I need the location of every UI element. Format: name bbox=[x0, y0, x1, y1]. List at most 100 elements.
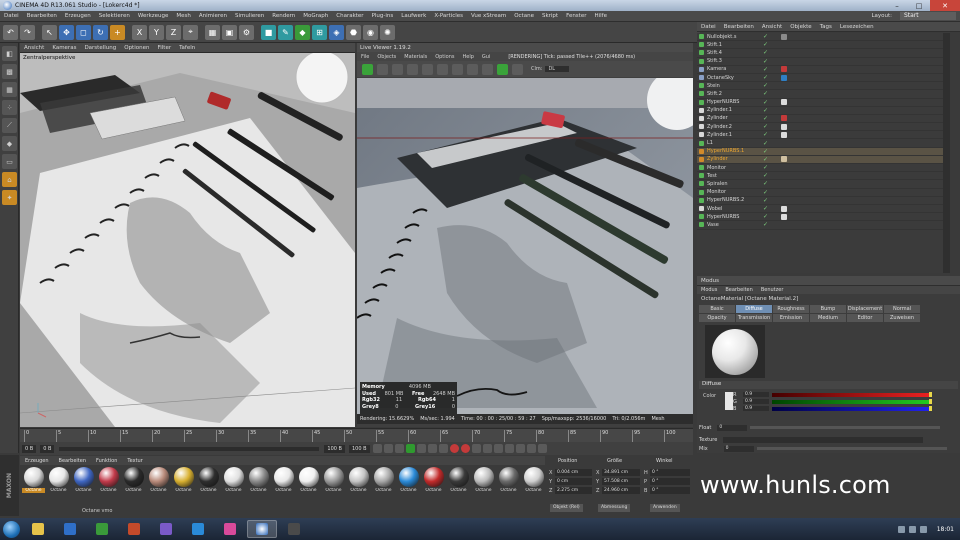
rot-h-field[interactable]: 0 ° bbox=[650, 469, 690, 476]
menu-item[interactable]: Mesh bbox=[176, 13, 190, 19]
rot-b-field[interactable]: 0 ° bbox=[650, 487, 690, 494]
deformer-icon[interactable]: ◈ bbox=[329, 24, 344, 40]
taskbar-browser-icon[interactable] bbox=[119, 520, 149, 538]
texture-slot[interactable] bbox=[723, 436, 924, 443]
render-picture-viewer-icon[interactable]: ▣ bbox=[222, 24, 237, 40]
menu-item[interactable]: Werkzeuge bbox=[138, 13, 169, 19]
object-row[interactable]: Stein ✓ bbox=[697, 82, 950, 91]
pick-material-icon[interactable] bbox=[482, 63, 493, 75]
attribute-tab[interactable]: Basic bbox=[699, 305, 735, 313]
workplane-icon[interactable]: ▭ bbox=[2, 154, 17, 169]
current-frame-field[interactable]: 0 B bbox=[40, 444, 55, 453]
object-row[interactable]: Test ✓ bbox=[697, 172, 950, 181]
visibility-check-icon[interactable]: ✓ bbox=[763, 99, 768, 106]
object-row[interactable]: Zylinder.2 ✓ bbox=[697, 123, 950, 132]
object-tag-icon[interactable] bbox=[781, 205, 787, 212]
material-swatch[interactable]: Octane bbox=[272, 467, 295, 500]
material-swatch[interactable]: Octane bbox=[247, 467, 270, 500]
object-menu-item[interactable]: Ansicht bbox=[762, 24, 782, 30]
rotation-key-icon[interactable] bbox=[504, 444, 514, 453]
viewport-menu-item[interactable]: Kameras bbox=[52, 45, 76, 51]
editor-viewport[interactable]: Zentralperspektive bbox=[20, 53, 355, 427]
object-tag-icon[interactable] bbox=[781, 115, 787, 122]
lock-icon[interactable]: ✦ bbox=[2, 190, 17, 205]
object-row[interactable]: Kamera ✓ bbox=[697, 66, 950, 74]
save-image-icon[interactable] bbox=[422, 63, 433, 75]
object-tag-icon[interactable] bbox=[781, 213, 787, 220]
object-row[interactable]: Nullobjekt.s ✓ bbox=[697, 33, 950, 42]
live-viewer-menu-item[interactable]: Objects bbox=[377, 54, 396, 60]
rotate-icon[interactable]: ↻ bbox=[93, 24, 108, 40]
light-icon[interactable]: ✺ bbox=[380, 24, 395, 40]
attribute-tab[interactable]: Normal bbox=[884, 305, 920, 313]
next-key-icon[interactable] bbox=[427, 444, 437, 453]
object-row[interactable]: HyperNURBS ✓ bbox=[697, 213, 950, 222]
live-viewer-menu-item[interactable]: File bbox=[361, 54, 369, 60]
select-arrow-icon[interactable]: ↖ bbox=[42, 24, 57, 40]
color-r-value[interactable]: 0.9 bbox=[743, 392, 769, 397]
object-menu-item[interactable]: Tags bbox=[820, 24, 832, 30]
visibility-check-icon[interactable]: ✓ bbox=[763, 123, 768, 130]
menu-item[interactable]: Rendern bbox=[272, 13, 295, 19]
taskbar-clock[interactable]: 18:01 bbox=[937, 526, 954, 533]
object-row[interactable]: Stift.1 ✓ bbox=[697, 41, 950, 50]
object-row[interactable]: Monitor ✓ bbox=[697, 189, 950, 197]
visibility-check-icon[interactable]: ✓ bbox=[763, 131, 768, 138]
object-row[interactable]: Zylinder ✓ bbox=[697, 115, 950, 124]
visibility-check-icon[interactable]: ✓ bbox=[763, 33, 768, 40]
taskbar-app-icon[interactable] bbox=[279, 520, 309, 538]
object-menu-item[interactable]: Bearbeiten bbox=[724, 24, 754, 30]
object-row[interactable]: OctaneSky ✓ bbox=[697, 74, 950, 83]
visibility-check-icon[interactable]: ✓ bbox=[763, 49, 768, 56]
max-frame-field[interactable]: 100 B bbox=[348, 444, 370, 453]
visibility-check-icon[interactable]: ✓ bbox=[763, 66, 768, 73]
live-viewer-menu-item[interactable]: Gui bbox=[482, 54, 490, 60]
object-row[interactable]: Monitor ✓ bbox=[697, 164, 950, 173]
rot-p-field[interactable]: 0 ° bbox=[650, 478, 690, 485]
pos-z-field[interactable]: 2.275 cm bbox=[555, 487, 592, 494]
menu-item[interactable]: Skript bbox=[542, 13, 558, 19]
object-row[interactable]: Zylinder.1 ✓ bbox=[697, 131, 950, 140]
material-swatch[interactable]: Octane bbox=[72, 467, 95, 500]
material-swatch[interactable]: Octane bbox=[347, 467, 370, 500]
scale-icon[interactable]: ◻ bbox=[76, 24, 91, 40]
object-tag-icon[interactable] bbox=[781, 66, 787, 73]
object-row[interactable]: Stift.2 ✓ bbox=[697, 90, 950, 99]
object-row[interactable]: HyperNURBS.2 ✓ bbox=[697, 197, 950, 205]
object-rel-select[interactable]: Objekt (Rel) bbox=[550, 504, 583, 512]
material-swatch[interactable]: Octane bbox=[422, 467, 445, 500]
menu-item[interactable]: Vue xStream bbox=[471, 13, 506, 19]
pos-y-field[interactable]: 0 cm bbox=[555, 478, 592, 485]
viewport-menu-item[interactable]: Tafeln bbox=[179, 45, 195, 51]
material-swatch[interactable]: Octane bbox=[522, 467, 545, 500]
goto-start-icon[interactable] bbox=[372, 444, 382, 453]
autokey-icon[interactable] bbox=[460, 444, 470, 453]
material-swatch[interactable]: Octane bbox=[322, 467, 345, 500]
object-tag-icon[interactable] bbox=[781, 131, 787, 138]
taskbar-cinema4d-icon[interactable] bbox=[247, 520, 277, 538]
object-tag-icon[interactable] bbox=[781, 123, 787, 130]
attribute-tab[interactable]: Displacement bbox=[847, 305, 883, 313]
visibility-check-icon[interactable]: ✓ bbox=[763, 74, 768, 81]
material-menu-item[interactable]: Erzeugen bbox=[25, 458, 49, 464]
object-tag-icon[interactable] bbox=[781, 156, 787, 163]
menu-item[interactable]: Bearbeiten bbox=[27, 13, 57, 19]
float-value[interactable]: 0 bbox=[717, 424, 748, 431]
viewport-menu-item[interactable]: Filter bbox=[157, 45, 171, 51]
size-x-field[interactable]: 34.891 cm bbox=[602, 469, 640, 476]
model-mode-icon[interactable]: ▩ bbox=[2, 64, 17, 79]
live-viewer-menu-item[interactable]: Help bbox=[462, 54, 473, 60]
pos-x-field[interactable]: 0.004 cm bbox=[555, 469, 592, 476]
attribute-mode-item[interactable]: Modus bbox=[701, 278, 719, 284]
points-mode-icon[interactable]: ⁘ bbox=[2, 100, 17, 115]
visibility-check-icon[interactable]: ✓ bbox=[763, 148, 768, 155]
material-swatch[interactable]: Octane bbox=[97, 467, 120, 500]
close-button[interactable]: ✕ bbox=[930, 0, 960, 11]
material-swatch[interactable]: Octane bbox=[22, 467, 45, 500]
attribute-tab[interactable]: Transmission bbox=[736, 314, 772, 322]
object-row[interactable]: Zylinder ✓ bbox=[697, 155, 950, 164]
live-viewer-menu-item[interactable]: Materials bbox=[404, 54, 427, 60]
visibility-check-icon[interactable]: ✓ bbox=[763, 172, 768, 179]
tray-volume-icon[interactable] bbox=[908, 525, 916, 533]
layout-select[interactable]: Start bbox=[900, 12, 956, 20]
